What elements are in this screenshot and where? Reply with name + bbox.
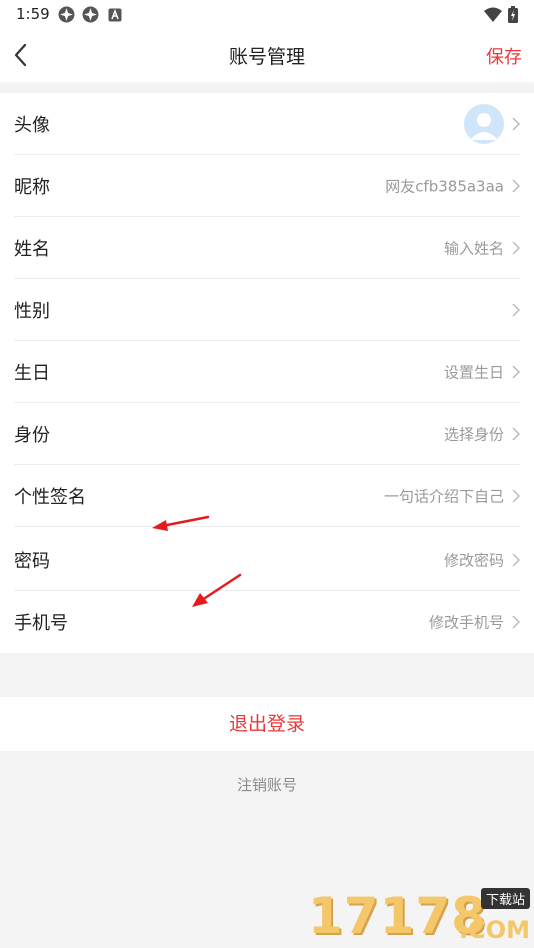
row-value: 修改手机号 [428, 613, 504, 632]
chevron-right-icon [512, 302, 521, 317]
row-nickname[interactable]: 昵称 网友cfb385a3aa [14, 155, 521, 217]
row-value: 修改密码 [443, 551, 504, 569]
row-value: 设置生日 [443, 363, 504, 381]
logout-button[interactable]: 退出登录 [0, 697, 534, 751]
account-settings-list: 头像 昵称 网友cfb385a3aa 姓名 输入姓名 性别 生日 设置生日 身份… [0, 93, 534, 653]
chevron-right-icon [512, 364, 521, 379]
row-gender[interactable]: 性别 [14, 279, 521, 341]
chevron-right-icon [512, 552, 521, 567]
row-label: 身份 [14, 424, 50, 446]
row-signature[interactable]: 个性签名 一句话介绍下自己 [14, 465, 521, 527]
chevron-right-icon [512, 178, 521, 193]
watermark-tag: 下载站 [480, 888, 530, 909]
save-button[interactable]: 保存 [486, 43, 522, 69]
row-label: 生日 [14, 362, 50, 384]
user-avatar-icon [470, 112, 498, 140]
annotation-arrow-icon [192, 573, 242, 607]
row-value: 网友cfb385a3aa [385, 177, 504, 195]
row-label: 头像 [14, 114, 50, 136]
app-header: 账号管理 保存 [0, 30, 534, 82]
watermark-logo: 17178 下载站 .COM [308, 884, 534, 948]
chevron-right-icon [512, 615, 521, 629]
keyboard-notification-icon [108, 8, 122, 22]
chevron-right-icon [512, 488, 521, 503]
row-label: 昵称 [14, 176, 50, 198]
row-label: 密码 [14, 550, 50, 572]
row-label: 性别 [14, 300, 50, 322]
app-notification-icon [58, 6, 75, 23]
row-password[interactable]: 密码 修改密码 [14, 529, 521, 591]
row-label: 姓名 [14, 238, 50, 260]
deactivate-account-link[interactable]: 注销账号 [0, 774, 534, 795]
status-bar: 1:59 [0, 0, 534, 30]
row-avatar[interactable]: 头像 [14, 93, 521, 155]
row-value: 一句话介绍下自己 [383, 487, 504, 505]
avatar[interactable] [464, 103, 504, 144]
row-identity[interactable]: 身份 选择身份 [14, 403, 521, 465]
row-label: 个性签名 [14, 486, 86, 508]
row-phone[interactable]: 手机号 修改手机号 [14, 591, 521, 653]
app-notification-icon [82, 6, 99, 23]
row-value: 选择身份 [443, 425, 504, 443]
annotation-arrow-icon [152, 515, 210, 531]
row-value: 输入姓名 [443, 239, 504, 257]
status-time: 1:59 [16, 5, 50, 23]
chevron-right-icon [512, 240, 521, 255]
battery-icon [508, 6, 518, 23]
row-name[interactable]: 姓名 输入姓名 [14, 217, 521, 279]
row-label: 手机号 [14, 613, 68, 634]
wifi-icon [484, 7, 502, 22]
page-title: 账号管理 [228, 46, 305, 68]
chevron-right-icon [512, 116, 521, 131]
watermark-suffix: .COM [458, 916, 530, 944]
row-birthday[interactable]: 生日 设置生日 [14, 341, 521, 403]
chevron-right-icon [512, 426, 521, 441]
